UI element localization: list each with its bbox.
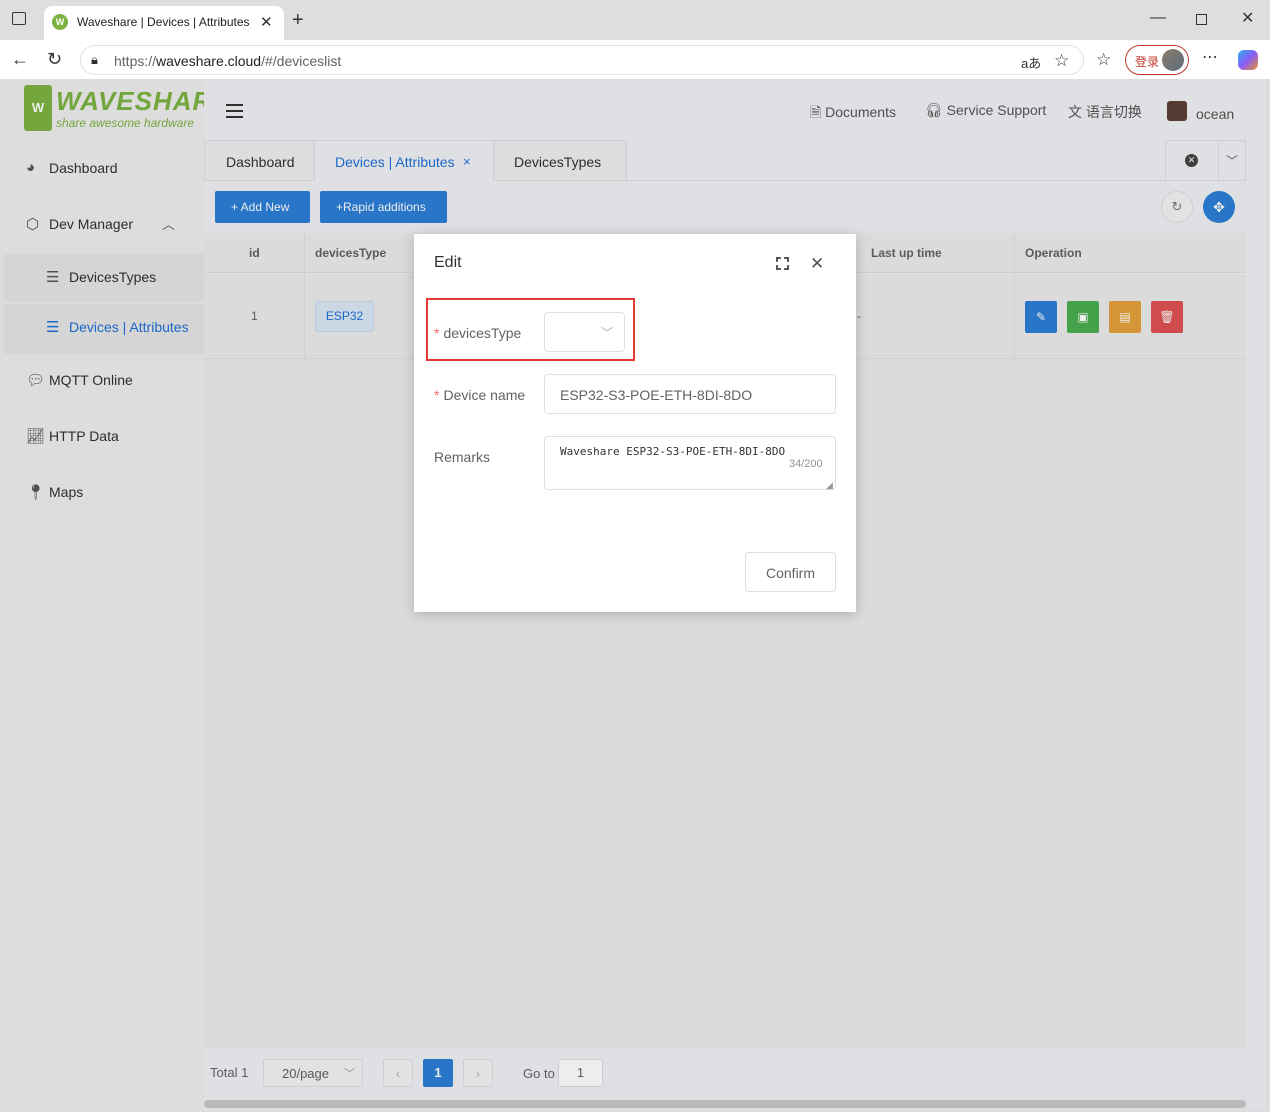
browser-tab-title: Waveshare | Devices | Attributes (77, 15, 250, 29)
profile-avatar (1162, 49, 1184, 71)
new-tab-icon[interactable]: + (292, 10, 304, 30)
dialog-title: Edit (434, 254, 462, 271)
favicon-icon: W (52, 14, 68, 30)
close-window-icon[interactable]: ✕ (1241, 11, 1254, 27)
highlight-box (426, 298, 635, 361)
window-icon[interactable] (12, 12, 26, 25)
copilot-icon[interactable] (1238, 50, 1258, 70)
remarks-text: Waveshare ESP32-S3-POE-ETH-8DI-8DO (560, 445, 786, 458)
remarks-label: Remarks (434, 449, 491, 465)
refresh-icon[interactable]: ↻ (47, 50, 62, 68)
login-button[interactable]: 登录 (1125, 45, 1189, 75)
maximize-icon[interactable] (1196, 14, 1207, 25)
confirm-button[interactable]: Confirm (745, 552, 836, 592)
site-info-icon[interactable]: 🔒︎ (91, 53, 98, 66)
minimize-icon[interactable]: — (1150, 10, 1166, 26)
read-aloud-icon[interactable]: aあ (1021, 53, 1041, 72)
url-text: https://waveshare.cloud/#/deviceslist (114, 53, 342, 69)
url-field[interactable]: 🔒︎ https://waveshare.cloud/#/deviceslist… (80, 45, 1084, 75)
dialog-close-icon[interactable]: ✕ (810, 254, 824, 274)
device-name-input[interactable]: ESP32-S3-POE-ETH-8DI-8DO (544, 374, 836, 414)
fullscreen-icon[interactable] (776, 257, 789, 270)
browser-tab[interactable]: W Waveshare | Devices | Attributes ✕ (44, 6, 284, 40)
remarks-counter: 34/200 (789, 458, 823, 470)
close-tab-icon[interactable]: ✕ (260, 13, 273, 31)
more-icon[interactable]: ⋯ (1202, 50, 1219, 66)
resize-handle[interactable]: ◢ (826, 480, 833, 491)
login-label: 登录 (1135, 55, 1160, 69)
favorites-icon[interactable]: ☆ (1096, 51, 1111, 68)
favorite-star-icon[interactable]: ☆ (1054, 52, 1069, 69)
back-icon[interactable]: ← (11, 50, 29, 68)
device-name-label: * Device name (434, 387, 526, 403)
